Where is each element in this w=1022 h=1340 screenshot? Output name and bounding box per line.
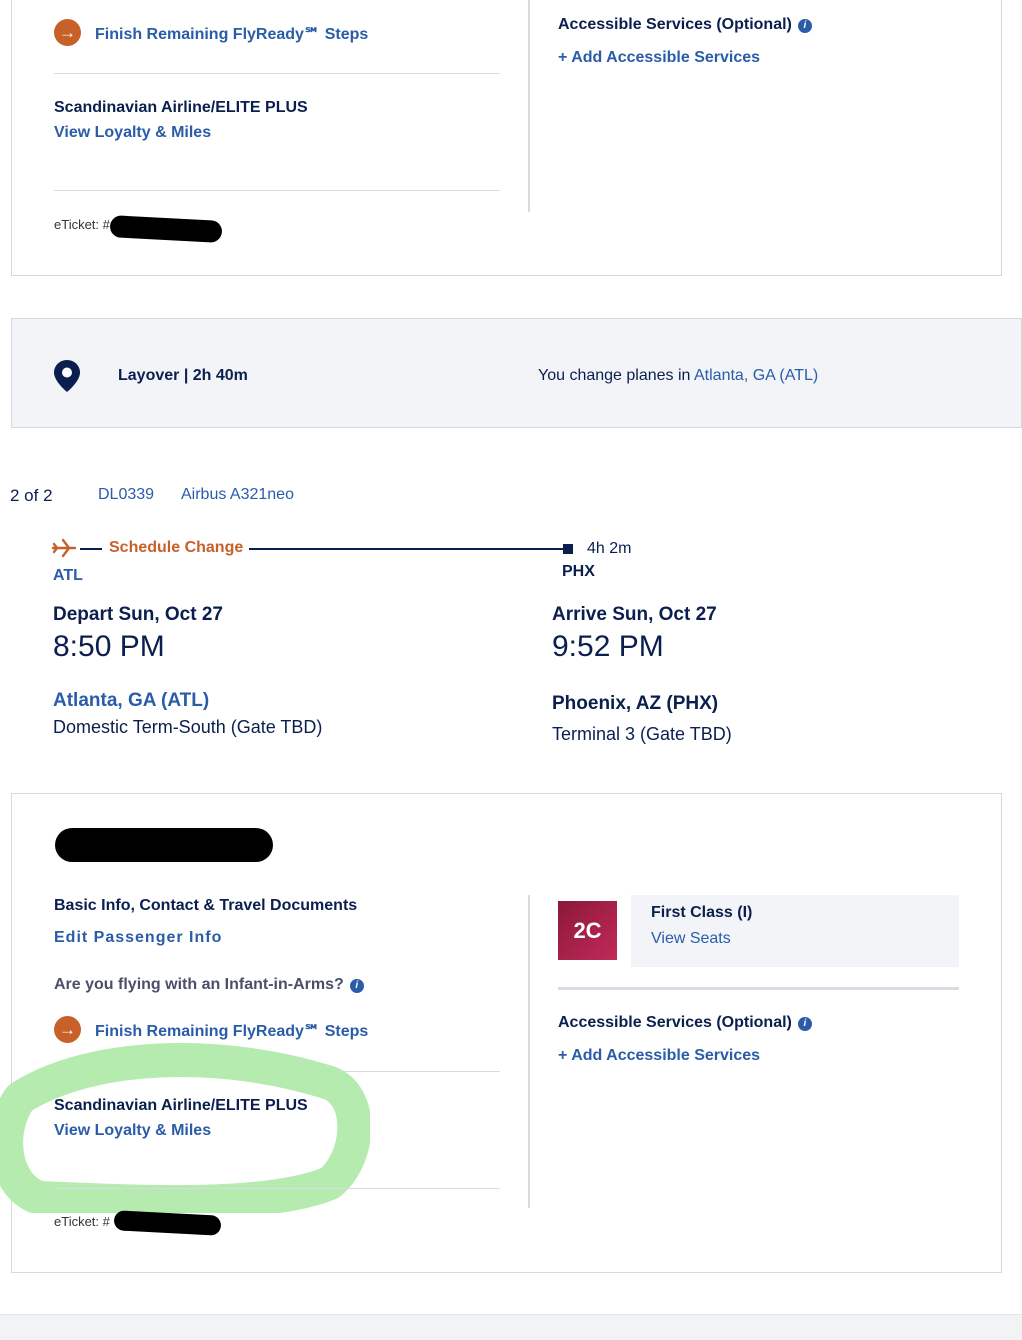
route-line-short [80, 548, 102, 550]
divider [54, 190, 500, 191]
plane-icon [51, 538, 77, 558]
loyalty-program: Scandinavian Airline/ELITE PLUS [54, 99, 308, 116]
info-icon[interactable]: i [349, 979, 364, 993]
accessible-services-title: Accessible Services (Optional) i [558, 16, 812, 34]
flight-number-link[interactable]: DL0339 [98, 486, 154, 504]
view-seats-link[interactable]: View Seats [651, 930, 731, 948]
arrive-city: Phoenix, AZ (PHX) [552, 693, 719, 714]
depart-terminal: Domestic Term-South (Gate TBD) [53, 717, 323, 737]
edit-passenger-info-link[interactable]: Edit Passenger Info [54, 929, 222, 947]
layover-change-text: You change planes in Atlanta, GA (ATL) [538, 367, 818, 385]
divider [558, 987, 959, 990]
flight-duration: 4h 2m [587, 540, 632, 557]
seat-badge[interactable]: 2C [558, 901, 617, 960]
divider [54, 73, 500, 74]
view-loyalty-link[interactable]: View Loyalty & Miles [54, 124, 211, 142]
eticket-label: eTicket: # [54, 1214, 110, 1229]
arrow-right-icon[interactable]: → [54, 19, 81, 46]
depart-date: Depart Sun, Oct 27 [53, 604, 223, 625]
add-accessible-services-link[interactable]: + Add Accessible Services [558, 49, 760, 67]
infant-question: Are you flying with an Infant-in-Arms? i [54, 976, 364, 994]
column-divider [528, 0, 530, 212]
add-accessible-services-link[interactable]: + Add Accessible Services [558, 1047, 760, 1065]
info-icon[interactable]: i [797, 19, 812, 33]
arrive-date: Arrive Sun, Oct 27 [552, 604, 717, 625]
flight-counter: 2 of 2 [10, 486, 53, 505]
accessible-services-title: Accessible Services (Optional) i [558, 1014, 812, 1032]
page-footer-strip [0, 1314, 1022, 1340]
view-loyalty-link[interactable]: View Loyalty & Miles [54, 1122, 211, 1140]
origin-code: ATL [53, 567, 83, 584]
divider [54, 1188, 500, 1189]
arrive-time: 9:52 PM [552, 630, 664, 663]
column-divider [528, 895, 530, 1208]
loyalty-program: Scandinavian Airline/ELITE PLUS [54, 1097, 308, 1114]
flyready-steps-link[interactable]: Finish Remaining FlyReady℠ Steps [95, 24, 368, 44]
depart-time: 8:50 PM [53, 630, 165, 663]
info-icon[interactable]: i [797, 1017, 812, 1031]
cabin-class: First Class (I) [651, 904, 753, 921]
route-line [249, 548, 564, 550]
location-pin-icon [54, 360, 80, 392]
schedule-change-label: Schedule Change [109, 539, 244, 556]
layover-city-link[interactable]: Atlanta, GA (ATL) [694, 367, 818, 384]
depart-city-link[interactable]: Atlanta, GA (ATL) [53, 690, 209, 712]
accessible-services-label: Accessible Services (Optional) [558, 1014, 792, 1031]
accessible-services-label: Accessible Services (Optional) [558, 16, 792, 33]
layover-title: Layover | 2h 40m [118, 367, 248, 384]
passenger-name-redaction [55, 828, 273, 862]
seat-number: 2C [573, 918, 602, 943]
aircraft-link[interactable]: Airbus A321neo [181, 486, 294, 504]
eticket-label: eTicket: # [54, 217, 110, 232]
arrive-terminal: Terminal 3 (Gate TBD) [552, 724, 732, 744]
route-end-marker [563, 544, 573, 554]
destination-code: PHX [562, 563, 595, 580]
basic-info-heading: Basic Info, Contact & Travel Documents [54, 897, 358, 914]
infant-question-label: Are you flying with an Infant-in-Arms? [54, 976, 344, 993]
layover-change-label: You change planes in [538, 367, 694, 384]
